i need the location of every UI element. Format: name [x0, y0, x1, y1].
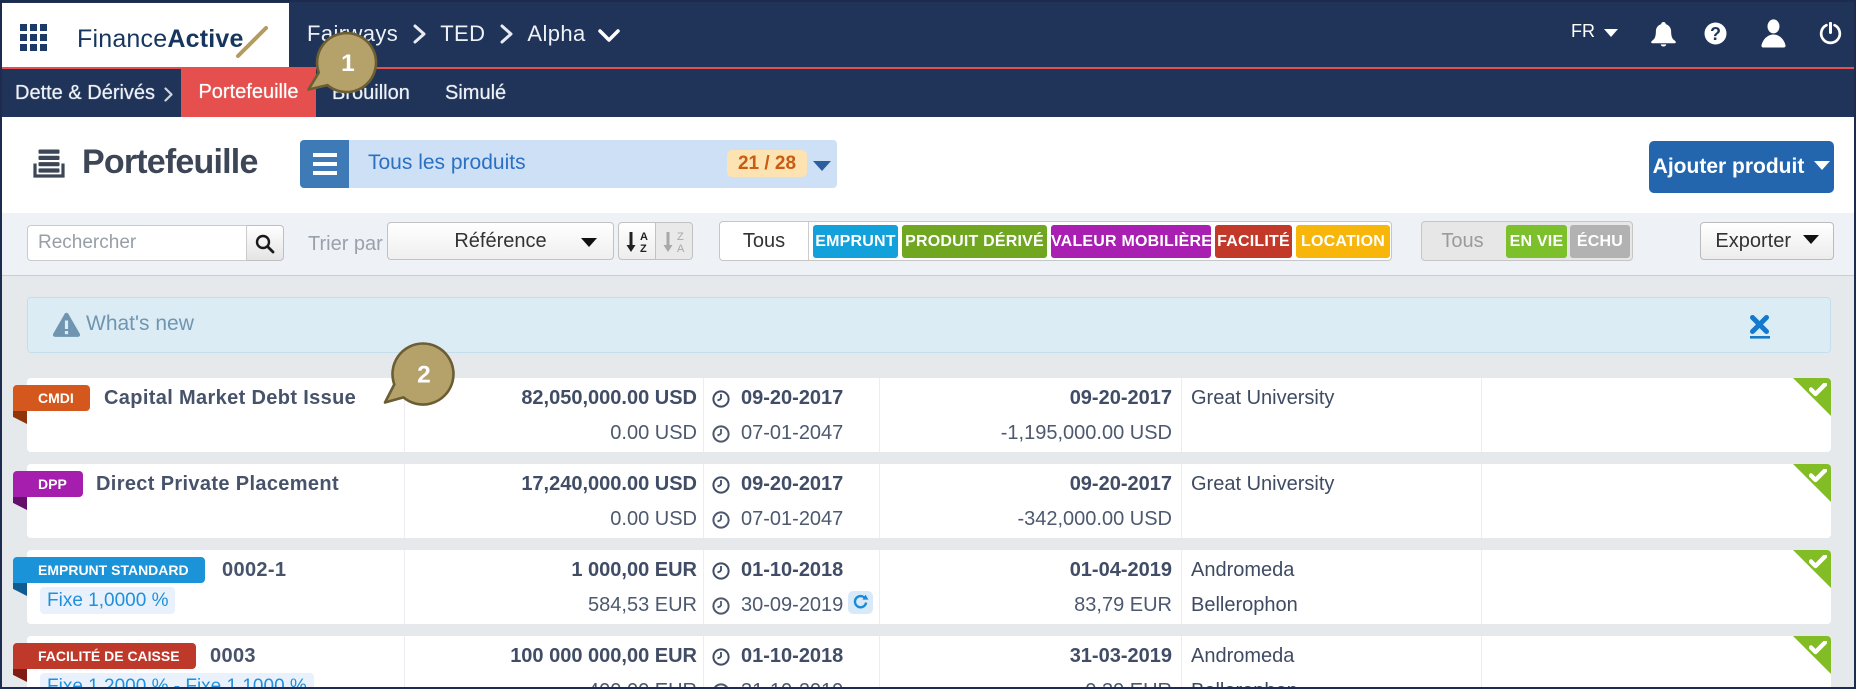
svg-text:2: 2 — [417, 362, 431, 389]
svg-text:1: 1 — [341, 50, 355, 77]
svg-text:A: A — [640, 231, 648, 243]
svg-text:?: ? — [1710, 24, 1721, 44]
svg-text:Z: Z — [640, 243, 647, 254]
svg-text:Z: Z — [677, 231, 684, 243]
svg-text:A: A — [677, 243, 685, 254]
